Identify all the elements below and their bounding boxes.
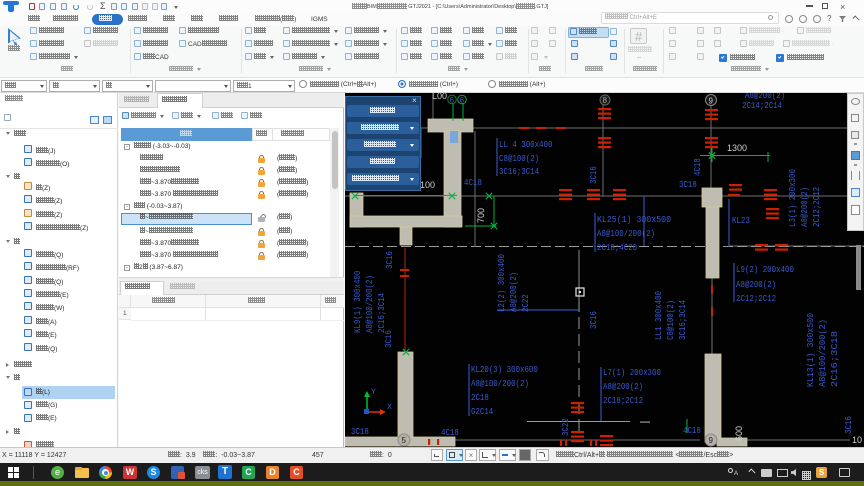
svg-text:A8@100/200(2): A8@100/200(2) — [471, 379, 529, 389]
svg-text:700: 700 — [476, 208, 486, 223]
svg-text:A8@200(2): A8@200(2) — [509, 272, 519, 312]
svg-text:4C18: 4C18 — [683, 426, 701, 436]
svg-text:2C22: 2C22 — [521, 294, 531, 312]
svg-text:4C18: 4C18 — [441, 428, 459, 438]
svg-text:3C16: 3C16 — [844, 416, 854, 434]
svg-text:A8@100/200(2): A8@100/200(2) — [597, 229, 655, 239]
svg-text:4C18: 4C18 — [693, 158, 703, 176]
svg-text:3C18: 3C18 — [351, 427, 369, 437]
svg-text:A8@200(2): A8@200(2) — [736, 280, 776, 290]
svg-text:2C18: 2C18 — [471, 393, 489, 403]
svg-text:600: 600 — [734, 426, 744, 441]
svg-text:5: 5 — [402, 436, 407, 445]
svg-text:3C16;3C14: 3C16;3C14 — [499, 167, 539, 177]
svg-text:A8@200(2): A8@200(2) — [603, 382, 643, 392]
svg-text:9: 9 — [709, 436, 714, 445]
svg-text:C8@100(2): C8@100(2) — [666, 300, 676, 340]
svg-text:2C16;3C18: 2C16;3C18 — [830, 331, 840, 387]
svg-text:2C12;2C12: 2C12;2C12 — [736, 294, 776, 304]
svg-text:A8@200(2): A8@200(2) — [745, 93, 785, 101]
svg-text:KL13(1) 300x500: KL13(1) 300x500 — [806, 313, 816, 387]
svg-text:3C16: 3C16 — [385, 251, 395, 269]
svg-text:4C18: 4C18 — [464, 178, 482, 188]
svg-text:Y: Y — [371, 388, 376, 397]
svg-text:3C16: 3C16 — [589, 166, 599, 184]
svg-text:8: 8 — [603, 96, 608, 105]
svg-text:100: 100 — [420, 180, 435, 190]
svg-text:1300: 1300 — [727, 143, 747, 153]
svg-text:2C18;2C12: 2C18;2C12 — [603, 396, 643, 406]
svg-text:6: 6 — [450, 97, 455, 106]
svg-text:9: 9 — [709, 97, 714, 106]
svg-text:L3(1) 200x300: L3(1) 200x300 — [788, 169, 798, 227]
svg-text:3C16;3C14: 3C16;3C14 — [678, 300, 688, 340]
svg-text:KL20(3) 300x600: KL20(3) 300x600 — [471, 365, 538, 375]
svg-text:KL9(1) 300x400: KL9(1) 300x400 — [353, 271, 363, 333]
svg-text:A8@100/200(2): A8@100/200(2) — [818, 319, 828, 387]
svg-text:3C16: 3C16 — [589, 311, 599, 329]
svg-text:10: 10 — [852, 435, 862, 445]
svg-text:L00: L00 — [432, 93, 447, 101]
svg-text:L2(2) 300x400: L2(2) 300x400 — [497, 254, 507, 312]
svg-text:A8@100/200(2): A8@100/200(2) — [365, 275, 375, 333]
svg-text:C8@100(2): C8@100(2) — [499, 154, 539, 164]
svg-text:KL23: KL23 — [732, 216, 750, 226]
svg-text:3C22: 3C22 — [561, 418, 571, 436]
svg-text:LL1 300x400: LL1 300x400 — [654, 291, 664, 340]
svg-text:2C16;3C14: 2C16;3C14 — [377, 293, 387, 333]
svg-text:L9(2) 200x400: L9(2) 200x400 — [736, 265, 794, 275]
svg-text:2C12;2C12: 2C12;2C12 — [812, 187, 822, 227]
svg-text:LL 4 300x400: LL 4 300x400 — [499, 140, 552, 150]
svg-text:A8@200(2): A8@200(2) — [800, 187, 810, 227]
svg-text:KL25(1) 300x500: KL25(1) 300x500 — [597, 215, 671, 225]
svg-text:2C14;2C14: 2C14;2C14 — [742, 101, 782, 111]
svg-text:G2C14: G2C14 — [471, 407, 493, 417]
svg-text:6: 6 — [460, 97, 465, 106]
svg-text:2C18;4C20: 2C18;4C20 — [597, 243, 637, 253]
svg-text:3C18: 3C18 — [679, 180, 697, 190]
svg-text:X: X — [387, 403, 392, 412]
svg-text:3C16: 3C16 — [384, 330, 394, 348]
svg-text:L7(1) 200x300: L7(1) 200x300 — [603, 368, 661, 378]
